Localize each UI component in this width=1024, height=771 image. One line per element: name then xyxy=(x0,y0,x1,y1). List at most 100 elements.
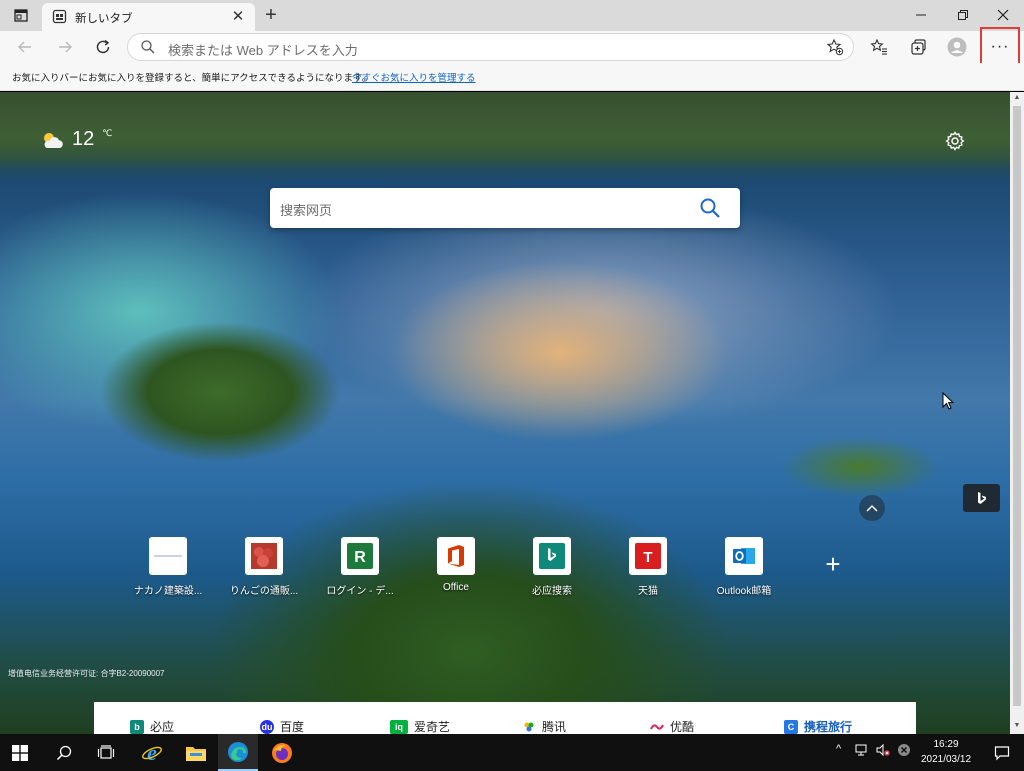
minimize-button[interactable] xyxy=(907,4,935,26)
favorites-button[interactable] xyxy=(866,35,892,59)
nakano-logo-icon xyxy=(149,537,187,575)
tile-outlook[interactable]: Outlook邮箱 xyxy=(698,537,790,607)
svg-text:R: R xyxy=(354,549,366,566)
clock-date: 2021/03/12 xyxy=(920,754,972,765)
partly-cloudy-icon xyxy=(44,132,63,148)
manage-favorites-link[interactable]: 今すぐお気に入りを管理する xyxy=(352,70,476,84)
settings-and-more-button[interactable]: ··· xyxy=(980,27,1020,67)
quick-link-baidu[interactable]: du 百度 xyxy=(260,718,304,734)
action-center-button[interactable] xyxy=(982,734,1022,771)
profile-button[interactable] xyxy=(944,35,970,59)
back-button[interactable] xyxy=(12,35,38,59)
tile-login[interactable]: R ログイン - デ... xyxy=(314,537,406,607)
quick-link-label: 百度 xyxy=(280,720,305,734)
task-view-button[interactable] xyxy=(86,734,126,771)
tab-title: 新しいタブ xyxy=(75,13,133,25)
bing-chat-button[interactable] xyxy=(963,484,1000,512)
internet-explorer-icon: e xyxy=(142,742,162,764)
top-sites: ナカノ建築設... りんごの通販... R ログイン - デ... Office… xyxy=(120,537,880,607)
close-window-button[interactable] xyxy=(989,4,1017,26)
quick-link-ctrip[interactable]: C 携程旅行 xyxy=(784,718,852,734)
quick-link-label: 携程旅行 xyxy=(804,720,853,734)
page-settings-button[interactable] xyxy=(944,130,966,152)
tile-office[interactable]: Office xyxy=(410,537,502,607)
tab-close-icon[interactable]: ✕ xyxy=(229,8,247,26)
bing-logo-icon xyxy=(977,492,986,504)
tile-label: ログイン - デ... xyxy=(326,586,394,597)
windows-taskbar: e ^ 16:29 2021/03/12 xyxy=(0,734,1024,771)
forward-button[interactable] xyxy=(52,35,78,59)
new-tab-button[interactable]: + xyxy=(260,5,282,27)
add-site-button[interactable]: + xyxy=(822,551,844,577)
tile-apple-shop[interactable]: りんごの通販... xyxy=(218,537,310,607)
tile-label: Office xyxy=(443,582,469,593)
quick-link-tencent[interactable]: 腾讯 xyxy=(522,718,566,734)
clock-time: 16:29 xyxy=(933,739,959,750)
restore-button[interactable] xyxy=(949,4,977,26)
outlook-logo-icon xyxy=(725,537,763,575)
notification-error-icon[interactable] xyxy=(897,743,911,760)
address-placeholder: 検索または Web アドレスを入力 xyxy=(168,43,358,58)
office-logo-icon xyxy=(437,537,475,575)
address-bar[interactable]: 検索または Web アドレスを入力 xyxy=(127,33,854,61)
web-search-box[interactable]: 搜索网页 xyxy=(270,188,740,228)
tile-label: りんごの通販... xyxy=(229,586,299,597)
iqiyi-icon: iq xyxy=(390,719,408,734)
tab-new-tab[interactable]: 新しいタブ ✕ xyxy=(42,3,255,31)
svg-text:T: T xyxy=(643,549,652,566)
favorites-star-icon xyxy=(870,38,887,55)
network-icon[interactable] xyxy=(855,743,869,760)
taskbar-file-explorer[interactable] xyxy=(176,734,216,771)
tile-tmall[interactable]: T 天猫 xyxy=(602,537,694,607)
navigation-toolbar: 検索または Web アドレスを入力 xyxy=(0,31,1024,63)
background-treeline xyxy=(0,92,1010,170)
collections-button[interactable] xyxy=(905,35,931,59)
refresh-button[interactable] xyxy=(90,35,116,59)
gear-icon xyxy=(945,131,965,151)
edge-icon xyxy=(228,741,248,762)
apple-photo-icon xyxy=(245,537,283,575)
expand-feed-button[interactable] xyxy=(859,495,885,521)
start-button[interactable] xyxy=(0,734,40,771)
youku-icon xyxy=(650,720,664,734)
quick-link-youku[interactable]: 优酷 xyxy=(650,718,694,734)
firefox-icon xyxy=(272,742,292,763)
search-placeholder: 搜索网页 xyxy=(280,203,333,218)
scroll-up-icon[interactable]: ▲ xyxy=(1010,92,1024,104)
search-submit-icon[interactable] xyxy=(698,196,722,220)
add-favorite-icon[interactable] xyxy=(826,38,844,56)
page-scrollbar[interactable]: ▲ ▼ xyxy=(1010,92,1024,734)
bing-icon: b xyxy=(130,719,144,734)
taskbar-firefox[interactable] xyxy=(262,734,302,771)
taskbar-edge[interactable] xyxy=(218,734,258,771)
quick-link-label: 腾讯 xyxy=(542,720,567,734)
tile-bing-search[interactable]: 必应搜索 xyxy=(506,537,598,607)
svg-text:e: e xyxy=(147,742,157,764)
system-clock[interactable]: 16:29 2021/03/12 xyxy=(916,737,976,767)
tile-label: Outlook邮箱 xyxy=(716,586,772,597)
tab-strip: 新しいタブ ✕ + xyxy=(0,0,1024,31)
quick-link-iqiyi[interactable]: iq 爱奇艺 xyxy=(390,718,450,734)
weather-widget[interactable]: 12 ℃ xyxy=(40,128,112,151)
license-text: 增值电信业务经营许可证: 合字B2-20090007 xyxy=(8,669,165,678)
tile-label: 天猫 xyxy=(638,586,658,597)
quick-link-label: 优酷 xyxy=(670,720,695,734)
volume-muted-icon[interactable] xyxy=(876,743,890,760)
refresh-icon xyxy=(96,39,110,54)
taskbar-search-button[interactable] xyxy=(44,734,84,771)
scroll-down-icon[interactable]: ▼ xyxy=(1010,720,1024,732)
weather-unit: ℃ xyxy=(102,128,113,138)
tile-nakano[interactable]: ナカノ建築設... xyxy=(122,537,214,607)
quick-link-label: 必应 xyxy=(150,720,175,734)
task-view-icon xyxy=(97,744,115,759)
tab-actions-menu-icon[interactable] xyxy=(10,6,32,25)
new-tab-page-icon xyxy=(52,9,67,24)
scrollbar-thumb[interactable] xyxy=(1013,106,1021,706)
quick-link-label: 爱奇艺 xyxy=(414,720,451,734)
search-icon xyxy=(141,40,155,54)
taskbar-internet-explorer[interactable]: e xyxy=(132,734,172,771)
notifications-icon xyxy=(994,745,1010,760)
show-hidden-icons-button[interactable]: ^ xyxy=(836,743,841,755)
collections-icon xyxy=(911,39,926,55)
quick-link-bing[interactable]: b 必应 xyxy=(130,718,174,734)
